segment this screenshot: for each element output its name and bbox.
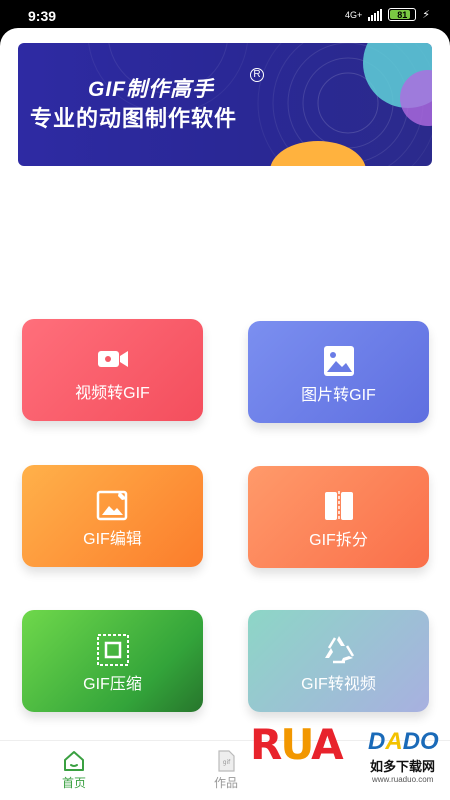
registered-mark: R (250, 68, 264, 82)
gif-split-button[interactable]: GIF拆分 (248, 466, 429, 568)
svg-text:gif: gif (223, 759, 231, 766)
compress-icon (96, 634, 129, 666)
image-icon (323, 346, 354, 376)
image-to-gif-button[interactable]: 图片转GIF (248, 321, 429, 423)
site-watermark: RUA DADO 如多下载网 www.ruaduo.com (250, 720, 440, 790)
nav-home-label: 首页 (61, 776, 86, 790)
app-screen: GIF制作高手 R 专业的动图制作软件 视频转GIF 图片转GIF GIF编辑 (0, 28, 450, 800)
gif-to-video-button[interactable]: GIF转视频 (248, 610, 429, 712)
banner-subtitle: 专业的动图制作软件 (30, 106, 238, 131)
watermark-text: 如多下载网 (370, 759, 436, 774)
card-label: GIF压缩 (83, 676, 142, 693)
video-camera-icon (97, 351, 128, 367)
gif-compress-button[interactable]: GIF压缩 (22, 610, 203, 712)
battery-icon: 81 (388, 8, 417, 21)
card-label: GIF编辑 (83, 531, 142, 548)
home-icon (64, 751, 84, 771)
status-icons: 4G+ 81 ⚡ (345, 8, 430, 21)
gif-file-icon: gif (218, 750, 235, 772)
watermark-logo: RUA (250, 720, 344, 769)
split-icon (324, 491, 353, 521)
video-to-gif-button[interactable]: 视频转GIF (22, 319, 203, 421)
watermark-logo-part: DADO (368, 728, 439, 755)
edit-image-icon (96, 490, 127, 521)
status-time: 9:39 (28, 8, 57, 24)
network-label: 4G+ (345, 9, 363, 20)
recycle-icon (324, 636, 354, 664)
card-label: GIF转视频 (301, 676, 376, 693)
banner-title: GIF制作高手 (88, 78, 214, 101)
watermark-url: www.ruaduo.com (372, 775, 434, 784)
charging-icon: ⚡ (422, 9, 430, 21)
battery-level: 81 (397, 9, 408, 20)
card-label: GIF拆分 (309, 532, 368, 549)
card-label: 图片转GIF (301, 387, 376, 404)
signal-icon (368, 8, 383, 21)
gif-edit-button[interactable]: GIF编辑 (22, 465, 203, 567)
nav-home[interactable]: 首页 (34, 741, 114, 800)
card-label: 视频转GIF (75, 385, 150, 402)
promo-banner[interactable]: GIF制作高手 R 专业的动图制作软件 (18, 43, 432, 166)
